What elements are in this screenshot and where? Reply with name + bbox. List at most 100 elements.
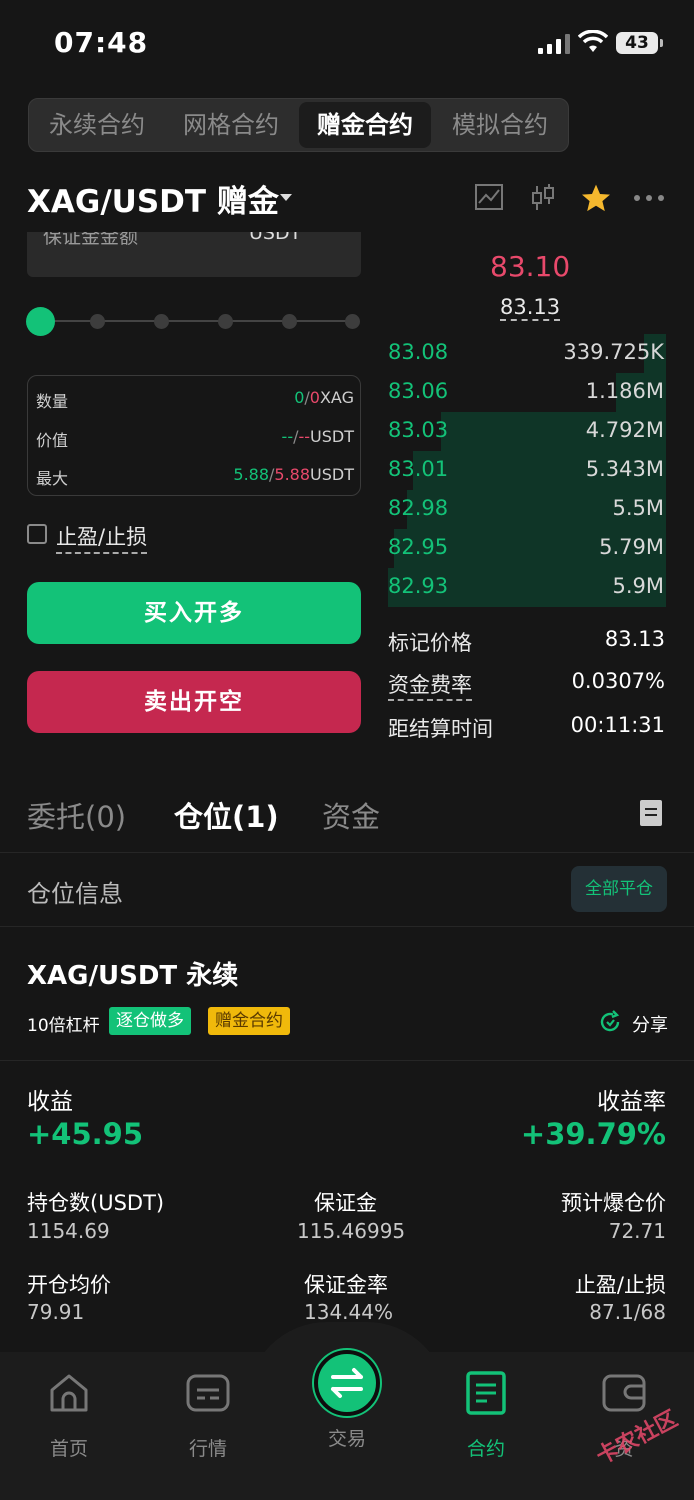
leverage-slider-track[interactable] [42, 320, 354, 322]
divider [0, 926, 694, 927]
value-max: -- [298, 427, 311, 446]
tab-grid[interactable]: 网格合约 [165, 102, 297, 148]
wallet-icon [601, 1370, 647, 1416]
buy-long-button[interactable]: 买入开多 [27, 582, 361, 644]
value-row: 价值 --/--USDT [36, 427, 354, 450]
margin-label: 保证金 [314, 1191, 377, 1215]
liquidation-price-label: 预计爆仓价 [561, 1191, 666, 1215]
signal-icon [538, 34, 570, 54]
entry-price-value: 79.91 [27, 1300, 85, 1324]
roe-value: +39.79% [520, 1117, 666, 1151]
slider-step-dot[interactable] [345, 314, 360, 329]
trade-icon[interactable] [314, 1350, 380, 1416]
nav-markets[interactable]: 行情 [168, 1370, 248, 1461]
candlestick-icon[interactable] [528, 182, 560, 214]
slider-knob[interactable] [26, 307, 55, 336]
star-icon[interactable] [580, 182, 612, 214]
tpsl-position-value: 87.1/68 [589, 1300, 666, 1324]
tab-demo[interactable]: 模拟合约 [434, 102, 566, 148]
orderbook-row[interactable]: 82.93 5.9M [388, 568, 666, 607]
slider-step-dot[interactable] [282, 314, 297, 329]
orderbook-row[interactable]: 82.98 5.5M [388, 490, 666, 529]
margin-ratio-value: 134.44% [304, 1300, 393, 1324]
share-button[interactable]: 分享 [632, 1011, 668, 1037]
divider [0, 1060, 694, 1061]
orderbook-row[interactable]: 83.08 339.725K [388, 334, 666, 373]
bid-price: 83.08 [388, 340, 449, 364]
side-badge: 逐仓做多 [109, 1007, 191, 1035]
nav-markets-label: 行情 [188, 1438, 227, 1460]
max-max: 5.88 [274, 465, 311, 484]
pnl-value: +45.95 [27, 1117, 144, 1151]
funding-rate-label[interactable]: 资金费率 [388, 669, 472, 701]
tab-funds[interactable]: 资金 [322, 794, 380, 836]
settlement-time-label: 距结算时间 [388, 717, 493, 741]
bid-price: 83.03 [388, 418, 449, 442]
pnl-label: 收益 [27, 1089, 73, 1115]
line-chart-icon[interactable] [474, 182, 506, 214]
order-summary-box: 数量 0/0XAG 价值 --/--USDT 最大 5.88/5.88USDT [27, 375, 361, 496]
value-value: --/--USDT [282, 427, 354, 446]
mark-price-value: 83.13 [604, 627, 665, 651]
tab-perpetual[interactable]: 永续合约 [31, 102, 163, 148]
bid-price: 82.98 [388, 496, 449, 520]
divider [0, 852, 694, 853]
symbol-title[interactable]: XAG/USDT 赠金 [27, 176, 279, 221]
orderbook-row[interactable]: 83.01 5.343M [388, 451, 666, 490]
status-time: 07:48 [54, 26, 149, 59]
value-current: -- [281, 427, 294, 446]
close-all-button[interactable]: 全部平仓 [571, 866, 667, 912]
nav-trade[interactable]: 交易 [307, 1424, 387, 1451]
bid-quantity: 5.79M [599, 535, 664, 559]
home-icon [46, 1370, 92, 1416]
nav-contracts-label: 合约 [466, 1438, 505, 1460]
chevron-down-icon[interactable] [280, 194, 292, 201]
bid-price: 82.95 [388, 535, 449, 559]
mark-price-small[interactable]: 83.13 [500, 295, 561, 321]
contract-type-tabs: 永续合约 网格合约 赠金合约 模拟合约 [28, 98, 569, 152]
bid-quantity: 4.792M [585, 418, 664, 442]
orderbook-row[interactable]: 83.06 1.186M [388, 373, 666, 412]
value-unit: USDT [310, 427, 354, 446]
tpsl-label[interactable]: 止盈/止损 [56, 521, 148, 554]
wifi-icon [577, 29, 609, 54]
nav-contracts[interactable]: 合约 [446, 1370, 526, 1461]
tab-orders[interactable]: 委托(0) [27, 794, 126, 836]
roe-label: 收益率 [597, 1089, 666, 1115]
quantity-current: 0 [294, 388, 305, 407]
quantity-max: 0 [309, 388, 320, 407]
share-icon[interactable] [598, 1010, 622, 1034]
nav-home-label: 首页 [49, 1438, 88, 1460]
contract-type-badge: 赠金合约 [208, 1007, 290, 1035]
document-icon[interactable] [640, 800, 662, 826]
position-symbol: XAG/USDT 永续 [27, 961, 239, 991]
mark-price-label: 标记价格 [388, 631, 472, 655]
margin-unit-select[interactable]: USDT [249, 232, 301, 244]
bid-quantity: 5.5M [612, 496, 664, 520]
margin-value: 115.46995 [297, 1219, 406, 1243]
bid-price: 82.93 [388, 574, 449, 598]
tpsl-checkbox[interactable] [27, 524, 47, 544]
more-icon[interactable] [632, 182, 664, 214]
contracts-icon [463, 1370, 509, 1416]
max-row: 最大 5.88/5.88USDT [36, 465, 354, 488]
entry-price-label: 开仓均价 [27, 1273, 111, 1297]
bid-quantity: 1.186M [585, 379, 664, 403]
liquidation-price-value: 72.71 [608, 1219, 666, 1243]
quantity-label: 数量 [36, 392, 69, 411]
markets-icon [185, 1370, 231, 1416]
orderbook-row[interactable]: 83.03 4.792M [388, 412, 666, 451]
slider-step-dot[interactable] [90, 314, 105, 329]
sell-short-button[interactable]: 卖出开空 [27, 671, 361, 733]
slider-step-dot[interactable] [218, 314, 233, 329]
orderbook-row[interactable]: 82.95 5.79M [388, 529, 666, 568]
slider-step-dot[interactable] [154, 314, 169, 329]
max-label: 最大 [36, 469, 69, 488]
leverage-label: 10倍杠杆 [27, 1016, 100, 1036]
tab-positions[interactable]: 仓位(1) [174, 794, 279, 836]
bid-price: 83.06 [388, 379, 449, 403]
nav-home[interactable]: 首页 [29, 1370, 109, 1461]
battery-icon: 43 [616, 32, 663, 54]
margin-amount-field[interactable]: 保证金金额 USDT [27, 232, 361, 277]
tab-bonus[interactable]: 赠金合约 [299, 102, 431, 148]
